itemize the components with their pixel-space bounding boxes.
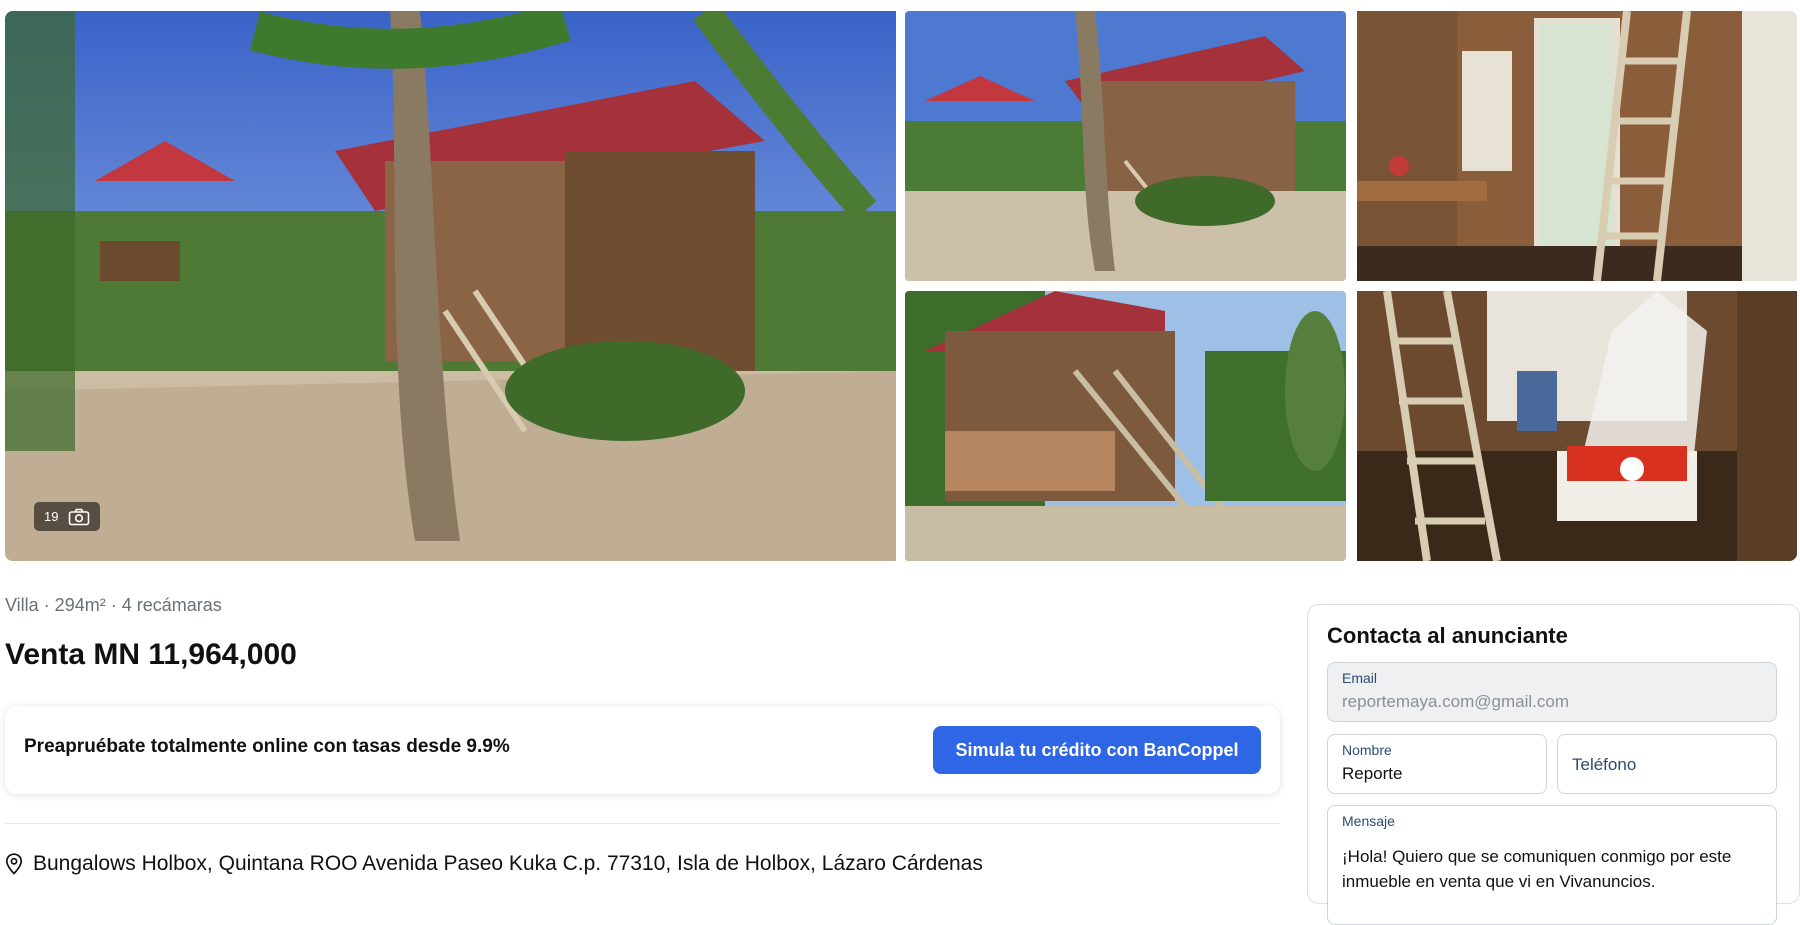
contact-form: Contacta al anunciante Email reportemaya… bbox=[1307, 604, 1800, 925]
name-label: Nombre bbox=[1342, 742, 1392, 758]
photo-thumbnail-interior-bed[interactable] bbox=[1357, 291, 1797, 561]
credit-promo-card: Preapruébate totalmente online con tasas… bbox=[5, 706, 1280, 794]
name-value: Reporte bbox=[1342, 764, 1403, 783]
email-label: Email bbox=[1342, 670, 1378, 686]
email-field[interactable]: Email reportemaya.com@gmail.com bbox=[1327, 662, 1777, 722]
property-meta: Villa · 294m² · 4 recámaras bbox=[5, 595, 222, 615]
message-label: Mensaje bbox=[1342, 813, 1395, 829]
property-address: Bungalows Holbox, Quintana ROO Avenida P… bbox=[5, 852, 983, 876]
message-field[interactable]: Mensaje ¡Hola! Quiero que se comuniquen … bbox=[1327, 805, 1777, 925]
email-value: reportemaya.com@gmail.com bbox=[1342, 692, 1569, 711]
photo-thumbnail-exterior-side[interactable] bbox=[905, 11, 1346, 281]
photo-thumbnail-interior-ladder[interactable] bbox=[1357, 11, 1797, 281]
photo-thumbnail-stairs[interactable] bbox=[905, 291, 1346, 561]
photo-count: 19 bbox=[44, 509, 59, 524]
photo-gallery: 19 bbox=[0, 0, 1800, 565]
camera-icon bbox=[69, 508, 90, 525]
photo-count-badge[interactable]: 19 bbox=[34, 502, 101, 531]
address-text: Bungalows Holbox, Quintana ROO Avenida P… bbox=[33, 852, 983, 875]
name-field[interactable]: Nombre Reporte bbox=[1327, 734, 1547, 794]
phone-placeholder: Teléfono bbox=[1572, 755, 1637, 774]
phone-field[interactable]: Teléfono bbox=[1557, 734, 1777, 794]
message-value: ¡Hola! Quiero que se comuniquen conmigo … bbox=[1342, 847, 1732, 891]
divider bbox=[5, 823, 1280, 824]
credit-promo-text: Preapruébate totalmente online con tasas… bbox=[24, 736, 510, 757]
contact-form-title: Contacta al anunciante bbox=[1327, 623, 1568, 648]
main-photo[interactable] bbox=[5, 11, 896, 561]
property-price: Venta MN 11,964,000 bbox=[5, 638, 297, 671]
location-pin-icon bbox=[5, 853, 23, 875]
simulate-credit-button[interactable]: Simula tu crédito con BanCoppel bbox=[933, 726, 1261, 774]
